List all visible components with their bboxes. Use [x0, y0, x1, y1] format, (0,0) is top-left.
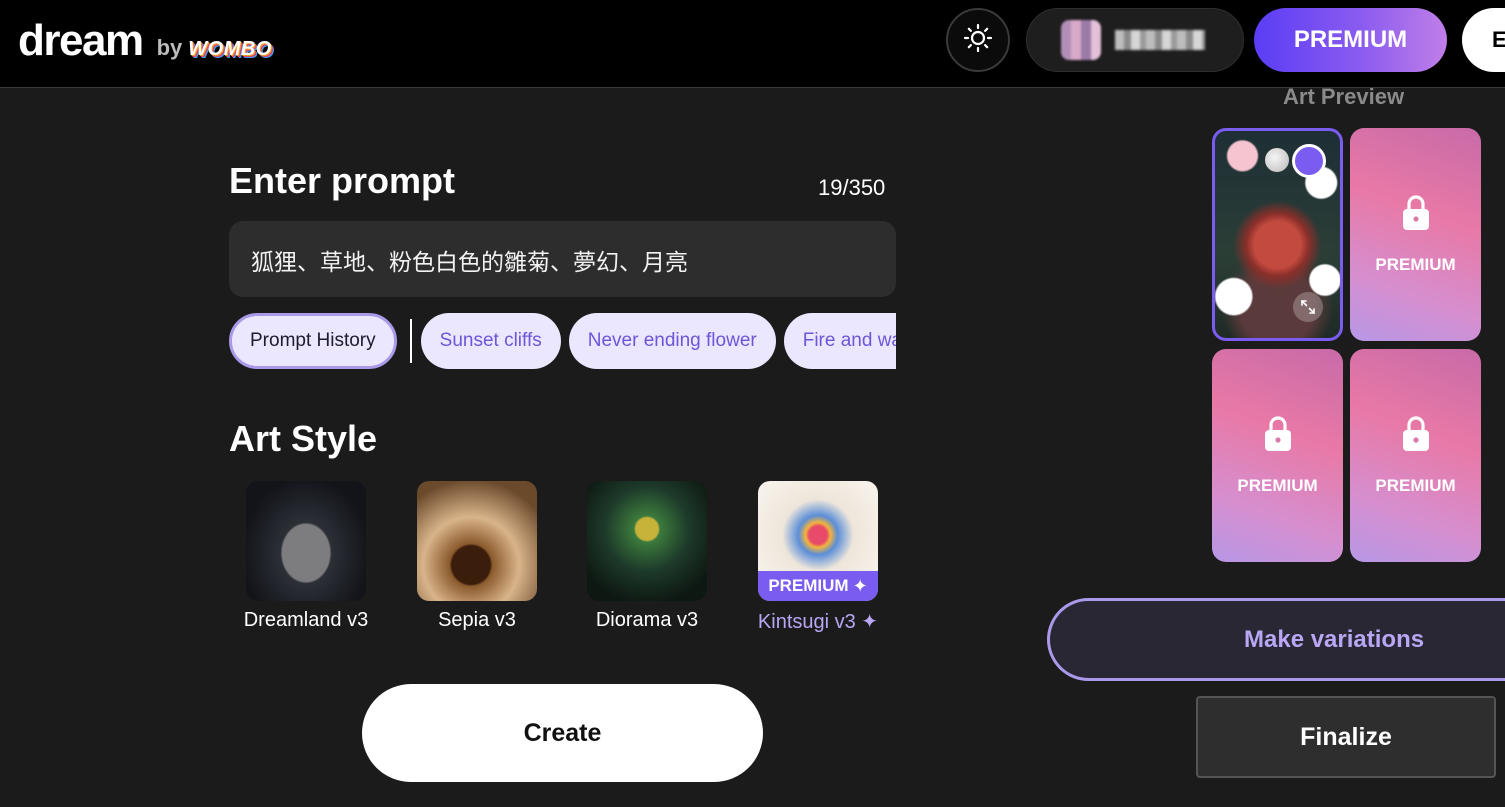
logo-wordmark: dream: [18, 16, 144, 65]
art-style-heading: Art Style: [229, 418, 378, 459]
style-label: Diorama v3: [595, 609, 699, 631]
header-extra-button[interactable]: E: [1462, 8, 1505, 72]
lock-icon: [1262, 415, 1294, 458]
style-thumbnail: [246, 481, 366, 601]
lock-icon: [1400, 194, 1432, 237]
locked-premium-label: PREMIUM: [1375, 476, 1456, 495]
suggestion-chip[interactable]: Never ending flower: [568, 313, 776, 369]
prompt-chips-row: Prompt History Sunset cliffs Never endin…: [229, 312, 896, 370]
dream-logo[interactable]: dream by WOMBO: [18, 16, 272, 66]
preview-tile-locked[interactable]: PREMIUM: [1212, 349, 1343, 562]
user-account-button[interactable]: [1026, 8, 1244, 72]
premium-badge-label: PREMIUM: [768, 576, 849, 595]
finalize-button[interactable]: Finalize: [1196, 696, 1496, 778]
create-button[interactable]: Create: [362, 684, 763, 782]
wombo-logo: WOMBO: [188, 38, 272, 60]
style-label: Sepia v3: [438, 609, 516, 631]
selection-indicator[interactable]: [1292, 144, 1326, 178]
prompt-input[interactable]: 狐狸、草地、粉色白色的雛菊、夢幻、月亮: [229, 221, 896, 297]
locked-premium-label: PREMIUM: [1375, 255, 1456, 274]
style-thumbnail: PREMIUM ✦: [758, 481, 878, 601]
premium-badge: PREMIUM ✦: [758, 571, 878, 601]
style-thumbnail: [417, 481, 537, 601]
preview-tile-locked[interactable]: PREMIUM: [1350, 349, 1481, 562]
moon-detail: [1265, 148, 1289, 172]
chip-divider: [409, 319, 412, 363]
style-thumbnail: [587, 481, 707, 601]
lock-icon: [1400, 415, 1432, 458]
expand-icon[interactable]: [1293, 292, 1323, 322]
top-bar: dream by WOMBO PREMIUM E: [0, 0, 1505, 88]
logo-by: by: [156, 35, 183, 60]
make-variations-button[interactable]: Make variations: [1047, 598, 1505, 681]
style-card-kintsugi[interactable]: PREMIUM ✦ Kintsugi v3 ✦: [743, 481, 893, 634]
sparkle-icon: ✦: [852, 575, 868, 596]
style-card-dreamland[interactable]: Dreamland v3: [231, 481, 381, 632]
username-blurred: [1115, 30, 1205, 50]
art-preview-heading: Art Preview: [1283, 84, 1405, 109]
premium-button[interactable]: PREMIUM: [1254, 8, 1447, 72]
sun-icon: [963, 23, 993, 58]
style-card-diorama[interactable]: Diorama v3: [572, 481, 722, 632]
theme-toggle-button[interactable]: [946, 8, 1010, 72]
suggestion-chip[interactable]: Fire and water: [783, 313, 896, 369]
locked-premium-label: PREMIUM: [1237, 476, 1318, 495]
avatar: [1061, 20, 1101, 60]
character-counter: 19/350: [818, 175, 886, 200]
style-label: Dreamland v3: [243, 609, 369, 631]
prompt-history-button[interactable]: Prompt History: [229, 313, 397, 369]
style-card-sepia[interactable]: Sepia v3: [402, 481, 552, 632]
style-label: Kintsugi v3 ✦: [757, 611, 879, 633]
preview-tile-locked[interactable]: PREMIUM: [1350, 128, 1481, 341]
suggestion-chip[interactable]: Sunset cliffs: [420, 313, 561, 369]
enter-prompt-heading: Enter prompt: [229, 160, 456, 201]
